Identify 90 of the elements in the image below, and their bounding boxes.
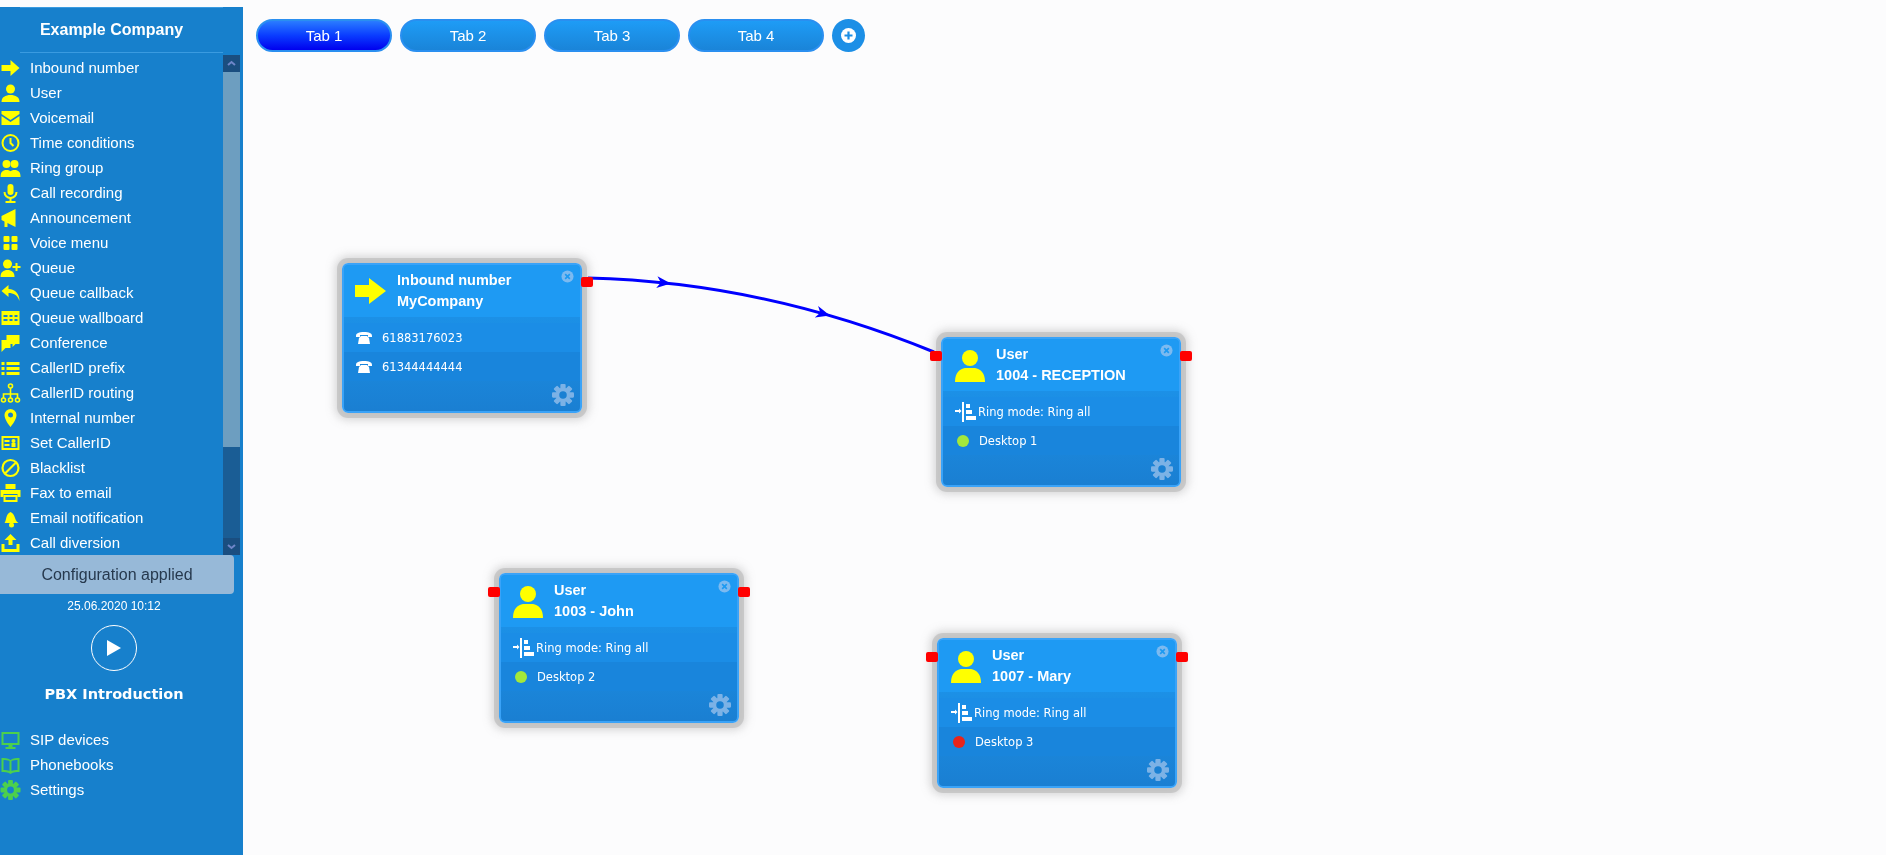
tab[interactable]: Tab 3 <box>544 19 680 52</box>
sidebar-item[interactable]: Voicemail <box>0 105 223 130</box>
sidebar-item[interactable]: Announcement <box>0 205 223 230</box>
tab[interactable]: Tab 1 <box>256 19 392 52</box>
intro-label: PBX Introduction <box>44 686 184 702</box>
card-title: User <box>996 345 1030 364</box>
sidebar-item[interactable]: Set CallerID <box>0 430 223 455</box>
sidebar-item[interactable]: SIP devices <box>0 727 223 752</box>
device-name: Desktop 3 <box>975 734 1034 749</box>
sidebar-item[interactable]: Conference <box>0 330 223 355</box>
card-title: Inbound number <box>397 271 512 290</box>
ring-mode: Ring mode: Ring all <box>978 404 1091 419</box>
sidebar-item[interactable]: User <box>0 80 223 105</box>
close-icon[interactable] <box>561 270 574 283</box>
sidebar-item[interactable]: CallerID prefix <box>0 355 223 380</box>
person-add-icon <box>0 257 21 278</box>
speech-bubbles-icon <box>0 332 21 353</box>
user-card[interactable]: User 1003 - John Ring mode: Ring all Desktop 2 <box>499 573 739 723</box>
scrollbar[interactable] <box>223 55 240 555</box>
sidebar-item[interactable]: Blacklist <box>0 455 223 480</box>
connection-port[interactable] <box>1180 351 1192 361</box>
card-title: User <box>554 581 588 600</box>
person-icon <box>510 584 546 618</box>
sidebar-item[interactable]: CallerID routing <box>0 380 223 405</box>
connection-port[interactable] <box>930 351 942 361</box>
ring-mode-icon <box>951 702 973 723</box>
tab[interactable]: Tab 2 <box>400 19 536 52</box>
upload-icon <box>0 532 21 553</box>
sidebar-item[interactable]: Settings <box>0 777 223 802</box>
tab[interactable]: Tab 4 <box>688 19 824 52</box>
ring-mode-icon <box>513 637 535 658</box>
card-subtitle: 1007 - Mary <box>992 667 1071 686</box>
chevron-up-icon[interactable] <box>223 55 240 72</box>
sidebar-item[interactable]: Inbound number <box>0 55 223 80</box>
status-banner: Configuration applied <box>0 555 234 594</box>
inbound-number-card[interactable]: Inbound number MyCompany 61883176023 61344444444 <box>342 263 582 413</box>
connection-port[interactable] <box>926 652 938 662</box>
people-icon <box>0 157 21 178</box>
device-name: Desktop 2 <box>537 669 596 684</box>
sidebar-item[interactable]: Internal number <box>0 405 223 430</box>
play-icon <box>106 639 122 657</box>
connection-port[interactable] <box>738 587 750 597</box>
sidebar-item[interactable]: Queue <box>0 255 223 280</box>
close-icon[interactable] <box>1156 645 1169 658</box>
person-icon <box>0 82 21 103</box>
gear-icon[interactable] <box>1147 759 1169 781</box>
card-subtitle: 1003 - John <box>554 602 634 621</box>
add-tab-button[interactable] <box>832 19 865 52</box>
phone-icon <box>356 360 372 373</box>
prohibited-icon <box>0 457 21 478</box>
phone-icon <box>356 331 372 344</box>
ring-mode-icon <box>955 401 977 422</box>
user-card[interactable]: User 1007 - Mary Ring mode: Ring all Desktop 3 <box>937 638 1177 788</box>
ring-mode: Ring mode: Ring all <box>974 705 1087 720</box>
ring-mode: Ring mode: Ring all <box>536 640 649 655</box>
close-icon[interactable] <box>1160 344 1173 357</box>
sidebar-item[interactable]: Phonebooks <box>0 752 223 777</box>
sidebar-item[interactable]: Fax to email <box>0 480 223 505</box>
connection-port[interactable] <box>488 587 500 597</box>
hierarchy-icon <box>0 382 21 403</box>
gear-icon[interactable] <box>1151 458 1173 480</box>
person-icon <box>948 649 984 683</box>
timestamp: 25.06.2020 10:12 <box>66 599 162 613</box>
sidebar-item[interactable]: Queue callback <box>0 280 223 305</box>
connection-port[interactable] <box>1176 652 1188 662</box>
plus-icon <box>841 28 856 43</box>
clock-icon <box>0 132 21 153</box>
user-card[interactable]: User 1004 - RECEPTION Ring mode: Ring all Desktop 1 <box>941 337 1181 487</box>
card-subtitle: MyCompany <box>397 292 485 311</box>
company-name: Example Company <box>39 21 184 39</box>
gear-icon[interactable] <box>709 694 731 716</box>
chevron-down-icon[interactable] <box>223 538 240 555</box>
gear-icon[interactable] <box>552 384 574 406</box>
card-title: User <box>992 646 1026 665</box>
close-icon[interactable] <box>718 580 731 593</box>
sidebar-item[interactable]: Queue wallboard <box>0 305 223 330</box>
printer-icon <box>0 482 21 503</box>
phone-number: 61344444444 <box>382 359 463 374</box>
device-name: Desktop 1 <box>979 433 1038 448</box>
monitor-icon <box>0 729 21 750</box>
sidebar-item[interactable]: Time conditions <box>0 130 223 155</box>
sidebar-item[interactable]: Ring group <box>0 155 223 180</box>
connection-port[interactable] <box>581 277 593 287</box>
sidebar-item[interactable]: Voice menu <box>0 230 223 255</box>
person-icon <box>952 348 988 382</box>
sidebar-item[interactable]: Call diversion <box>0 530 223 555</box>
phone-number: 61883176023 <box>382 330 463 345</box>
card-subtitle: 1004 - RECEPTION <box>996 366 1126 385</box>
sidebar-item[interactable]: Call recording <box>0 180 223 205</box>
sidebar-item[interactable]: Email notification <box>0 505 223 530</box>
